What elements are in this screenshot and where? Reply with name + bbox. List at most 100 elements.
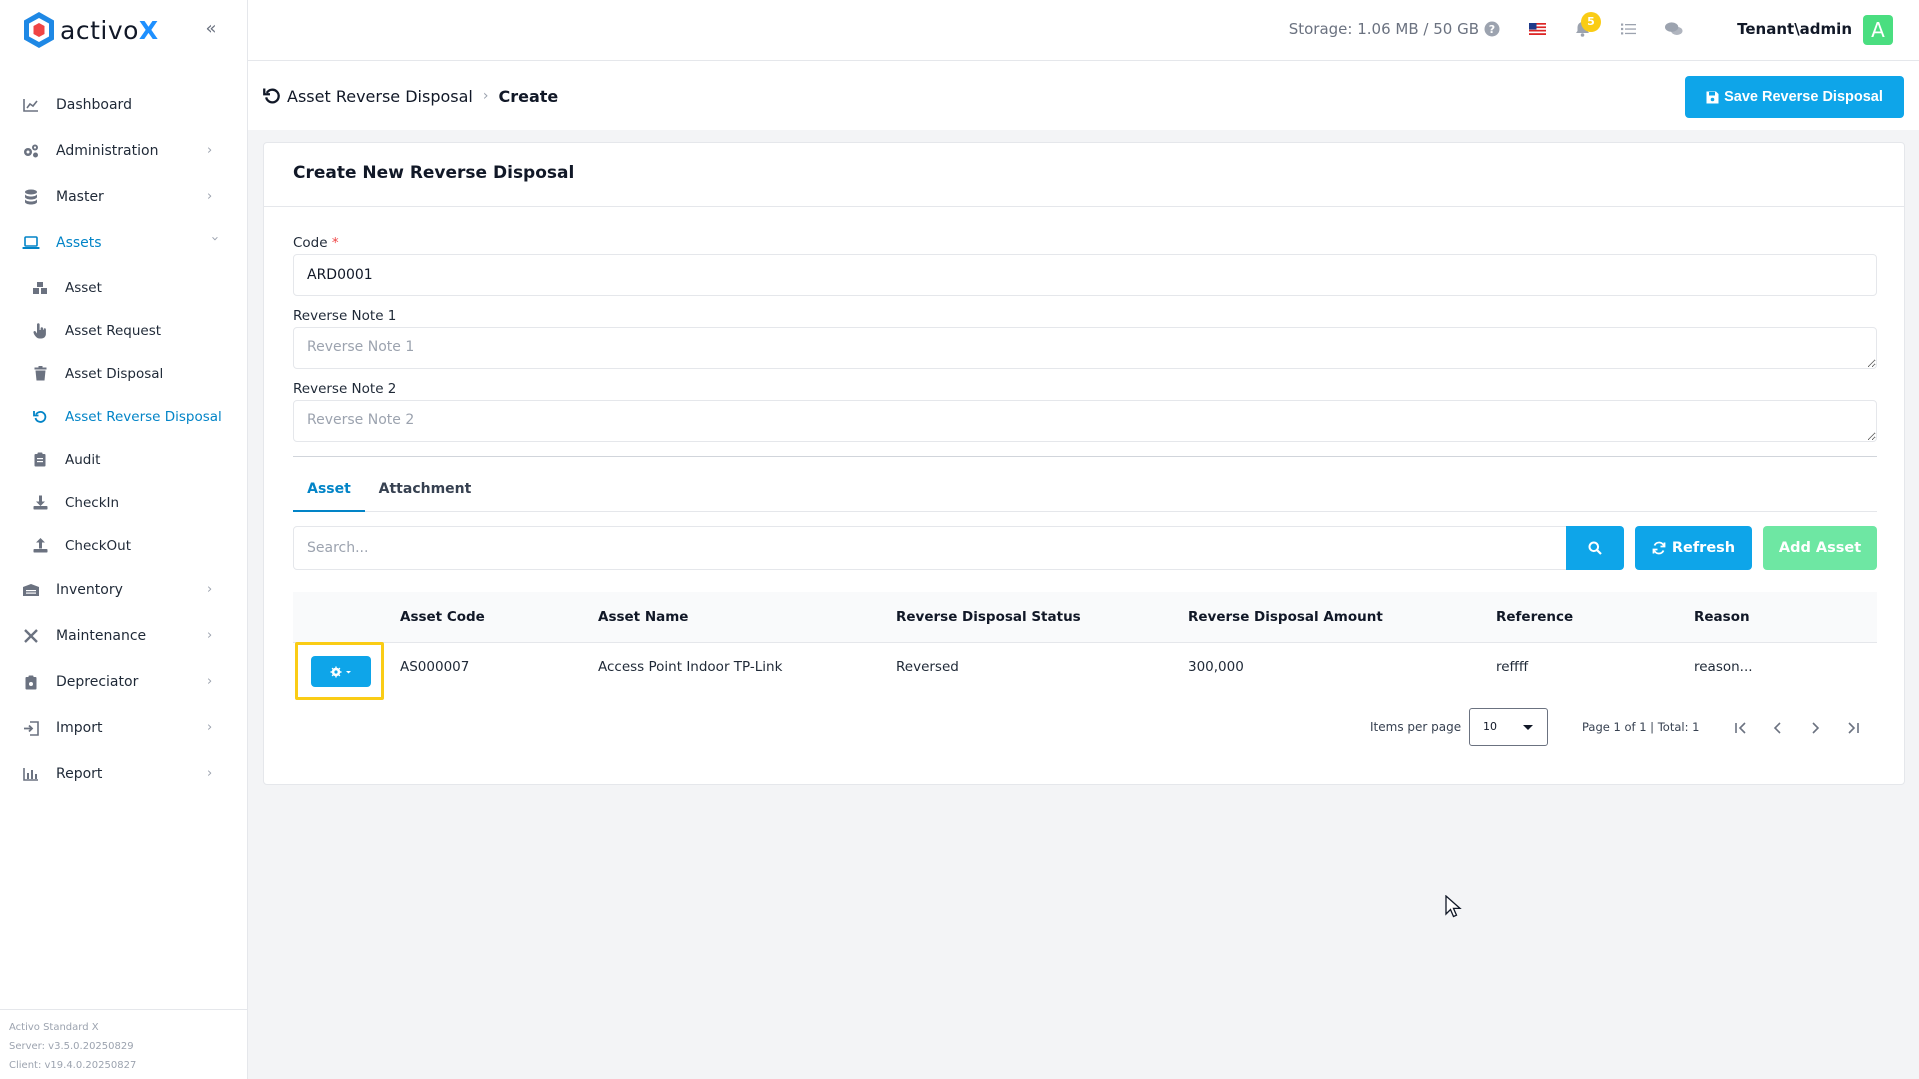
reverse-note-2-field[interactable] [293,400,1877,442]
col-reverse-disposal-amount[interactable]: Reverse Disposal Amount [1188,592,1383,643]
tab-asset[interactable]: Asset [293,466,365,512]
first-page-icon[interactable] [1730,717,1752,739]
sidebar-item-inventory[interactable]: Inventory › [0,567,247,613]
sidebar-subitem-asset[interactable]: Asset [0,266,247,309]
server-version: Server: v3.5.0.20250829 [9,1041,134,1052]
us-flag-icon[interactable] [1528,20,1546,38]
brand-name: activoX [60,15,159,45]
task-list-icon[interactable] [1619,20,1637,38]
col-asset-name[interactable]: Asset Name [598,592,688,643]
sidebar-subitem-checkin[interactable]: CheckIn [0,481,247,524]
sidebar-item-import[interactable]: Import › [0,705,247,751]
sidebar-subitem-label: Asset Request [65,322,162,339]
sidebar-item-label: Master [56,189,104,205]
download-icon [32,495,48,511]
col-reference[interactable]: Reference [1496,592,1573,643]
save-reverse-disposal-button[interactable]: Save Reverse Disposal [1685,76,1904,118]
chevron-right-icon: › [207,720,213,735]
reverse-note-1-field[interactable] [293,327,1877,369]
clipboard-icon [22,673,40,691]
page-info: Page 1 of 1 | Total: 1 [1582,720,1700,734]
tab-bar: Asset Attachment [293,466,1877,512]
client-version: Client: v19.4.0.20250827 [9,1060,137,1071]
sidebar-item-administration[interactable]: Administration › [0,128,247,174]
code-field[interactable] [293,254,1877,296]
product-name: Activo Standard X [9,1022,99,1033]
sidebar-subitem-asset-disposal[interactable]: Asset Disposal [0,352,247,395]
col-asset-code[interactable]: Asset Code [400,592,485,643]
search-icon [1588,541,1602,555]
sidebar-subitem-asset-reverse-disposal[interactable]: Asset Reverse Disposal [0,395,247,438]
bell-icon[interactable]: 5 [1573,12,1601,38]
cell-reference: reffff [1496,659,1529,675]
help-icon[interactable]: ? [1483,20,1501,38]
chevron-right-icon: › [207,189,213,204]
sidebar-item-label: Dashboard [56,97,132,113]
sidebar-subitem-label: Audit [65,451,101,468]
cell-status: Reversed [896,659,959,675]
database-icon [22,188,40,206]
previous-page-icon[interactable] [1767,717,1789,739]
chevron-right-icon: › [207,582,213,597]
col-reason[interactable]: Reason [1694,592,1750,643]
tools-icon [22,627,40,645]
items-per-page-select[interactable]: 10 [1469,708,1548,746]
sidebar-subitem-asset-request[interactable]: Asset Request [0,309,247,352]
brand: activoX « [0,0,247,60]
sidebar-item-label: Assets [56,235,102,251]
laptop-icon [22,234,40,252]
sidebar: activoX « Dashboard Administration › Mas… [0,0,248,1079]
search-button[interactable] [1566,526,1624,570]
row-action-highlight [295,642,384,700]
collapse-sidebar-icon[interactable]: « [201,19,221,39]
form-divider [293,456,1877,457]
sidebar-item-report[interactable]: Report › [0,751,247,797]
col-reverse-disposal-status[interactable]: Reverse Disposal Status [896,592,1081,643]
last-page-icon[interactable] [1842,717,1864,739]
chat-icon[interactable] [1665,20,1683,38]
save-button-label: Save Reverse Disposal [1724,89,1883,105]
refresh-button[interactable]: Refresh [1635,526,1752,570]
sidebar-item-label: Inventory [56,582,123,598]
add-asset-button[interactable]: Add Asset [1763,526,1877,570]
save-icon [1706,91,1719,103]
undo-icon [32,409,48,425]
cell-reason: reason... [1694,659,1753,675]
sidebar-item-dashboard[interactable]: Dashboard [0,82,247,128]
page-header: Asset Reverse Disposal › Create Save Rev… [248,61,1919,130]
sidebar-item-label: Import [56,720,103,736]
refresh-icon [1652,541,1666,555]
reverse-note-2-label: Reverse Note 2 [293,381,397,397]
activox-logo-icon [22,11,56,49]
chevron-right-icon: › [482,88,489,104]
caret-down-icon [1523,725,1533,730]
undo-icon [263,86,283,106]
breadcrumb-current: Create [498,86,559,106]
breadcrumb-parent[interactable]: Asset Reverse Disposal [287,87,473,106]
tab-attachment[interactable]: Attachment [375,466,475,512]
upload-icon [32,538,48,554]
cell-asset-code: AS000007 [400,659,470,675]
sidebar-subitem-checkout[interactable]: CheckOut [0,524,247,567]
chevron-right-icon: › [207,766,213,781]
sidebar-subitem-label: CheckOut [65,537,132,554]
sidebar-item-label: Depreciator [56,674,139,690]
avatar[interactable]: A [1863,15,1893,45]
archive-icon [22,581,40,599]
row-action-dropdown-button[interactable] [311,656,371,687]
code-label: Code * [293,235,339,251]
next-page-icon[interactable] [1804,717,1826,739]
hand-pointer-icon [32,322,48,339]
sidebar-item-depreciator[interactable]: Depreciator › [0,659,247,705]
trash-icon [32,366,48,382]
sidebar-item-assets[interactable]: Assets › [0,220,247,266]
sidebar-subitem-audit[interactable]: Audit [0,438,247,481]
user-name[interactable]: Tenant\admin [1737,20,1852,38]
search-input[interactable] [293,526,1568,570]
svg-text:?: ? [1489,23,1495,36]
cell-asset-name: Access Point Indoor TP-Link [598,659,783,675]
cell-amount: 300,000 [1188,659,1244,675]
paginator: Items per page 10 Page 1 of 1 | Total: 1 [264,708,1906,748]
sidebar-item-maintenance[interactable]: Maintenance › [0,613,247,659]
sidebar-item-master[interactable]: Master › [0,174,247,220]
